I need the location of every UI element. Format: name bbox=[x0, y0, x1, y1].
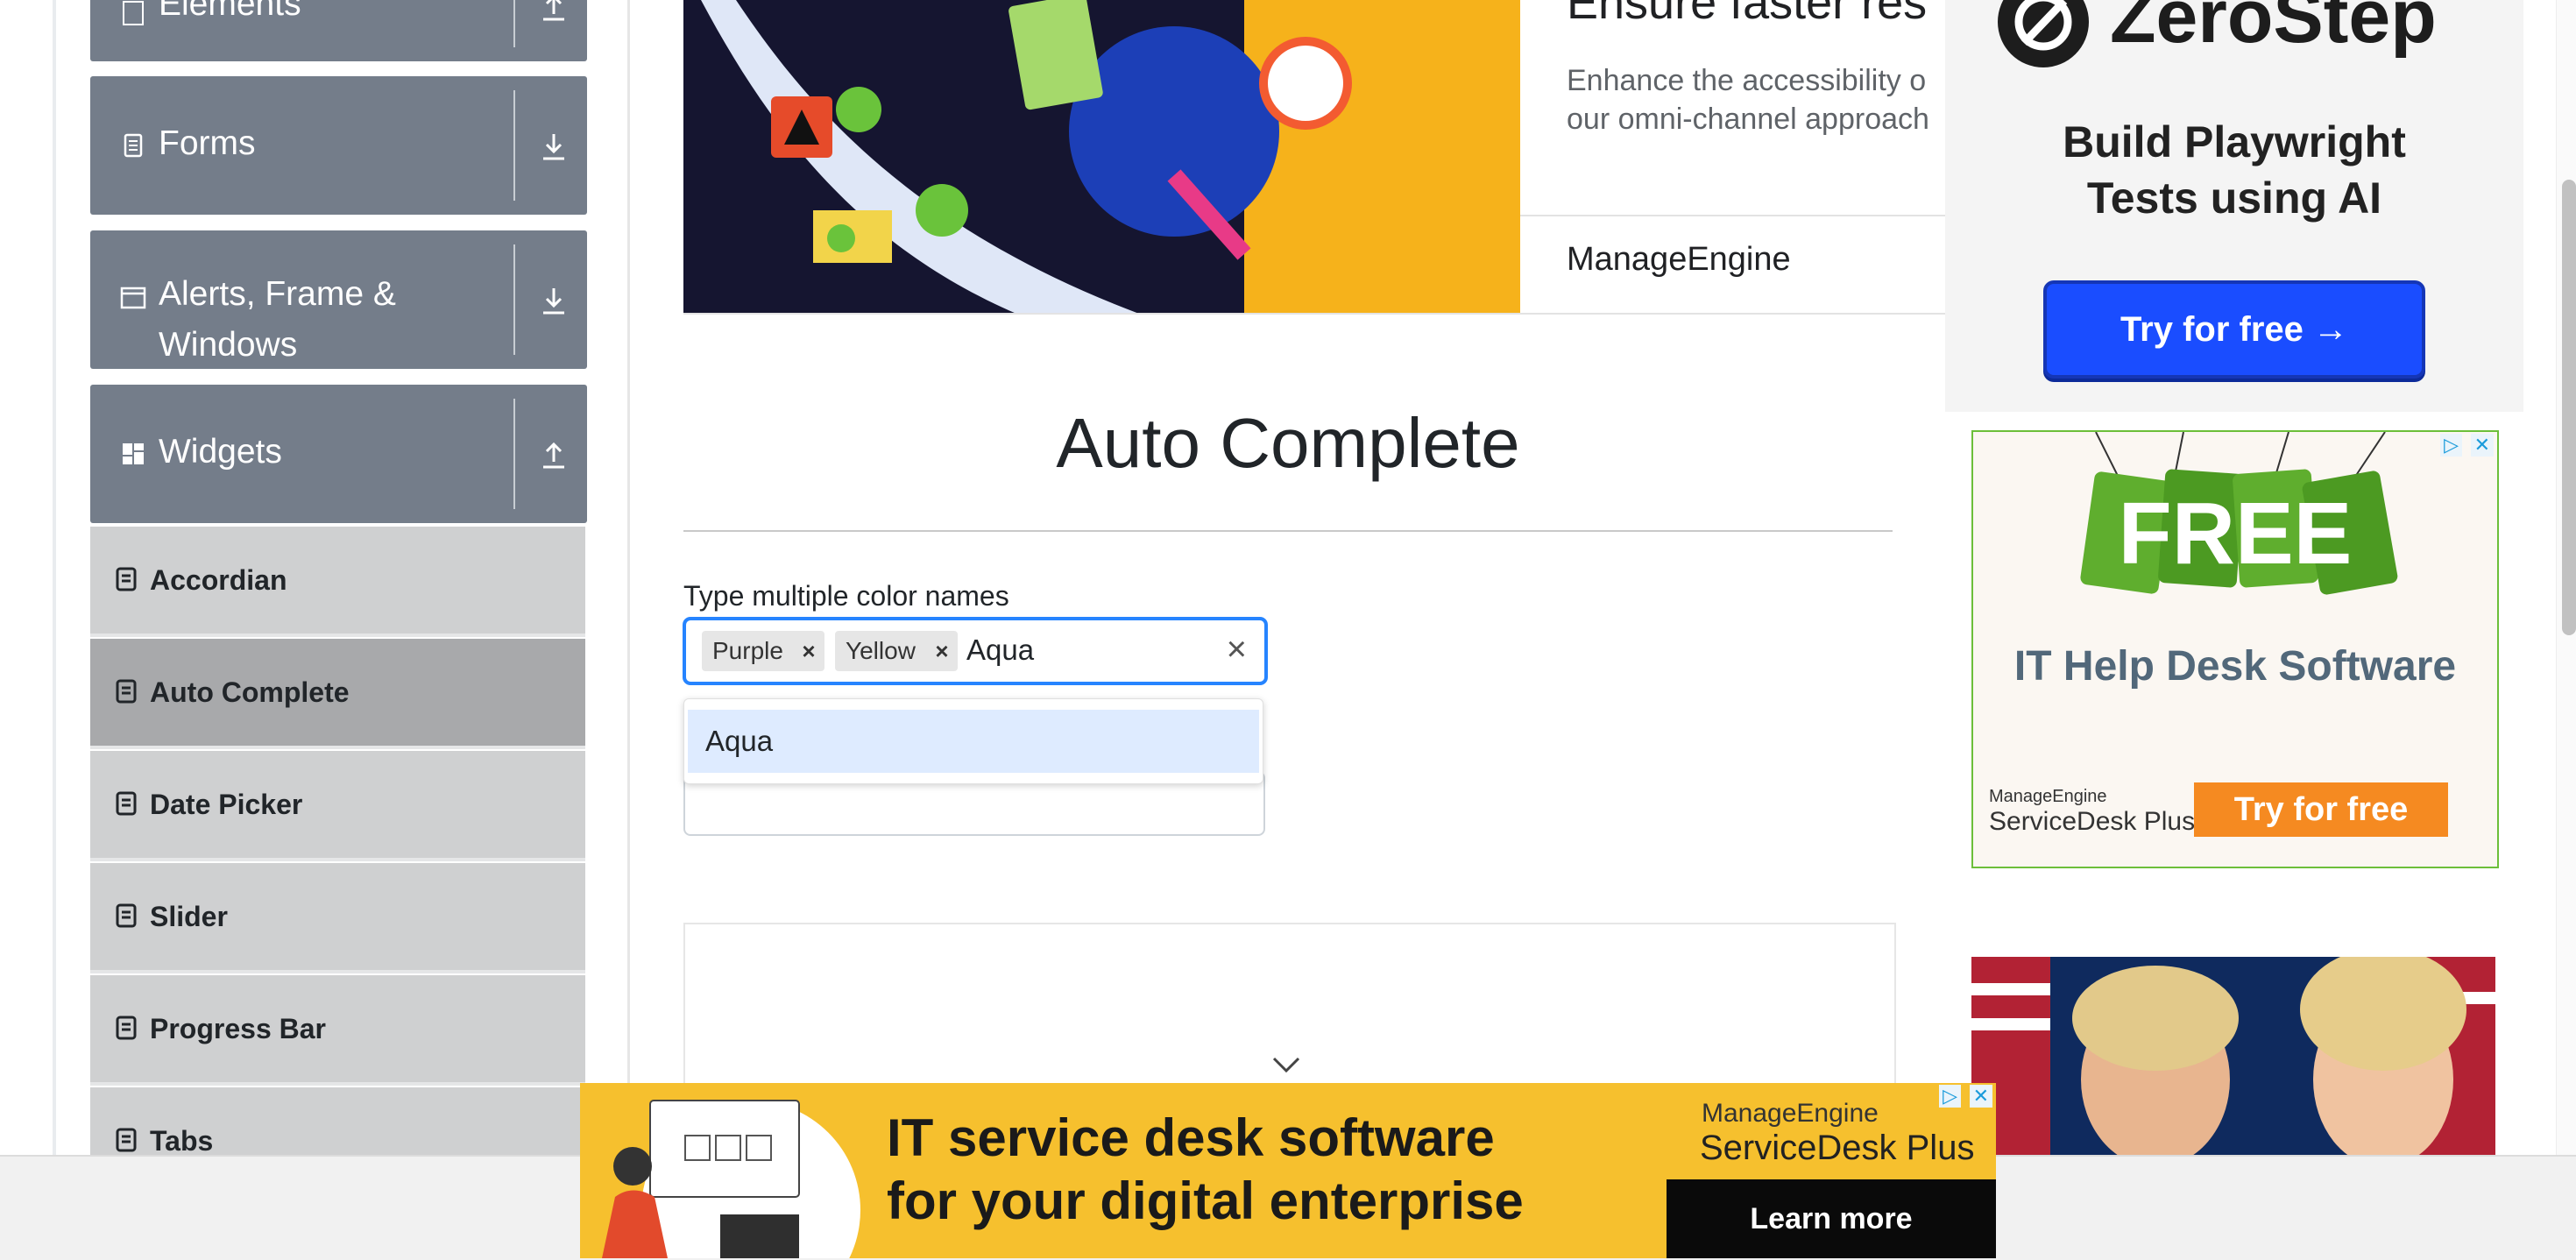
ad-copy: Enhance the accessibility o our omni-cha… bbox=[1567, 61, 1935, 138]
chip-label: Purple bbox=[712, 637, 783, 664]
sidebar-item-label: Accordian bbox=[150, 564, 287, 596]
product-name: ServiceDesk Plus bbox=[1989, 807, 2196, 836]
bottom-banner-ad[interactable]: IT service desk software for your digita… bbox=[580, 1083, 1996, 1258]
sidebar-item-label: Progress Bar bbox=[150, 1013, 326, 1044]
sidebar-item-label: Auto Complete bbox=[150, 676, 350, 708]
try-for-free-button[interactable]: Try for free → bbox=[2043, 280, 2425, 379]
expand-arrow-icon[interactable] bbox=[536, 129, 571, 164]
ad-brand: ManageEngine bbox=[1567, 241, 1791, 278]
support-agent-illustration bbox=[602, 1100, 800, 1258]
multi-color-input[interactable]: Purple × Yellow × Aqua × bbox=[683, 618, 1267, 684]
sidebar-group-label: Forms bbox=[159, 124, 256, 162]
sidebar-item-label: Tabs bbox=[150, 1125, 214, 1157]
adchoices-icon[interactable]: ▷ bbox=[1939, 1085, 1961, 1108]
divider bbox=[513, 90, 515, 201]
sidebar-item-auto-complete[interactable]: Auto Complete bbox=[90, 639, 585, 749]
ad-copy-line: Enhance the accessibility o bbox=[1567, 64, 1927, 97]
close-ad-icon[interactable]: ✕ bbox=[2470, 434, 2494, 457]
clear-icon[interactable]: × bbox=[1227, 629, 1247, 669]
sidebar-group-alerts[interactable]: Alerts, Frame & Windows bbox=[90, 230, 587, 369]
vendor-logo-text: ManageEngine bbox=[1702, 1099, 1879, 1128]
option-label: Aqua bbox=[705, 725, 774, 757]
sidebar-group-label: Widgets bbox=[159, 433, 282, 471]
window-icon bbox=[120, 287, 146, 309]
photo-ad[interactable] bbox=[1971, 957, 2495, 1157]
help-desk-ad[interactable]: FREE IT Help Desk Software ManageEngine … bbox=[1971, 430, 2499, 868]
list-icon bbox=[123, 1, 144, 25]
chevron-down-icon[interactable] bbox=[1270, 1051, 1302, 1078]
color-chip-yellow: Yellow × bbox=[835, 631, 958, 671]
badge-icon bbox=[116, 791, 137, 816]
multi-color-label: Type multiple color names bbox=[683, 580, 1009, 612]
product-name: ServiceDesk Plus bbox=[1700, 1129, 1975, 1167]
main-divider bbox=[627, 0, 630, 1157]
divider bbox=[513, 244, 515, 355]
adchoices-icon[interactable]: ▷ bbox=[2440, 434, 2462, 457]
ad-headline: Ensure faster res bbox=[1567, 0, 1928, 29]
photo-image bbox=[1971, 957, 2495, 1157]
sidebar-item-progress-bar[interactable]: Progress Bar bbox=[90, 975, 585, 1086]
sidebar-item-tabs[interactable]: Tabs bbox=[90, 1087, 585, 1157]
sidebar-group-label: Alerts, Frame & Windows bbox=[159, 275, 396, 364]
remove-chip-icon[interactable]: × bbox=[793, 631, 824, 671]
badge-icon bbox=[116, 679, 137, 704]
chip-label: Yellow bbox=[846, 637, 916, 664]
zerostep-logo: ZeroStep bbox=[1998, 0, 2437, 68]
left-rail bbox=[53, 0, 56, 1157]
typed-text[interactable]: Aqua bbox=[966, 630, 1034, 670]
autocomplete-menu: Aqua bbox=[683, 698, 1263, 784]
color-chip-purple: Purple × bbox=[702, 631, 824, 671]
sidebar-group-forms[interactable]: Forms bbox=[90, 76, 587, 215]
free-tags-image: FREE bbox=[2080, 432, 2398, 595]
sidebar-item-label: Slider bbox=[150, 901, 228, 932]
help-desk-title: IT Help Desk Software bbox=[2013, 643, 2457, 690]
sidebar-item-date-picker[interactable]: Date Picker bbox=[90, 751, 585, 861]
banner-headline-line: IT service desk software bbox=[887, 1108, 1495, 1167]
sidebar-group-widgets[interactable]: Widgets bbox=[90, 385, 587, 523]
badge-icon bbox=[116, 903, 137, 928]
scrollbar-thumb[interactable] bbox=[2562, 180, 2576, 635]
divider bbox=[513, 0, 515, 47]
zerostep-tagline: Build Playwright Tests using AI bbox=[1945, 114, 2523, 226]
grid-icon bbox=[123, 443, 144, 464]
badge-icon bbox=[116, 567, 137, 591]
zerostep-tagline-line: Build Playwright bbox=[2063, 117, 2406, 166]
title-divider bbox=[683, 530, 1893, 532]
autocomplete-option[interactable]: Aqua bbox=[688, 710, 1259, 773]
page-title: Auto Complete bbox=[1056, 404, 1520, 482]
sidebar-item-label: Date Picker bbox=[150, 789, 303, 820]
sidebar: Elements Forms Alerts, Frame & Windows W… bbox=[90, 0, 587, 1157]
badge-icon bbox=[116, 1128, 137, 1152]
divider bbox=[683, 313, 1945, 315]
zerostep-tagline-line: Tests using AI bbox=[2086, 173, 2382, 223]
sidebar-group-label: Elements bbox=[159, 0, 301, 23]
sidebar-group-elements[interactable]: Elements bbox=[90, 0, 587, 61]
divider bbox=[513, 399, 515, 509]
divider bbox=[1520, 215, 1945, 216]
banner-headline-line: for your digital enterprise bbox=[887, 1172, 1524, 1230]
badge-icon bbox=[116, 1016, 137, 1040]
collapse-arrow-icon[interactable] bbox=[536, 437, 571, 472]
free-badge-text: FREE bbox=[2119, 485, 2353, 583]
document-icon bbox=[124, 133, 143, 158]
top-ad-card[interactable]: Ensure faster res Enhance the accessibil… bbox=[683, 0, 1945, 315]
try-for-free-button[interactable]: Try for free bbox=[2194, 782, 2448, 837]
close-ad-icon[interactable]: ✕ bbox=[1969, 1085, 1992, 1108]
vendor-logo-text: ManageEngine bbox=[1989, 787, 2107, 806]
zerostep-logo-icon bbox=[1998, 0, 2089, 68]
sidebar-item-slider[interactable]: Slider bbox=[90, 863, 585, 973]
remove-chip-icon[interactable]: × bbox=[926, 631, 958, 671]
learn-more-button[interactable]: Learn more bbox=[1667, 1179, 1996, 1258]
zerostep-ad[interactable]: ZeroStep Build Playwright Tests using AI… bbox=[1945, 0, 2523, 412]
zerostep-logo-text: ZeroStep bbox=[2110, 0, 2437, 59]
expand-arrow-icon[interactable] bbox=[536, 283, 571, 318]
ad-copy-line: our omni-channel approach bbox=[1567, 103, 1929, 136]
ad-illustration bbox=[683, 0, 1520, 314]
sidebar-item-accordian[interactable]: Accordian bbox=[90, 527, 585, 637]
collapse-arrow-icon[interactable] bbox=[536, 0, 571, 25]
